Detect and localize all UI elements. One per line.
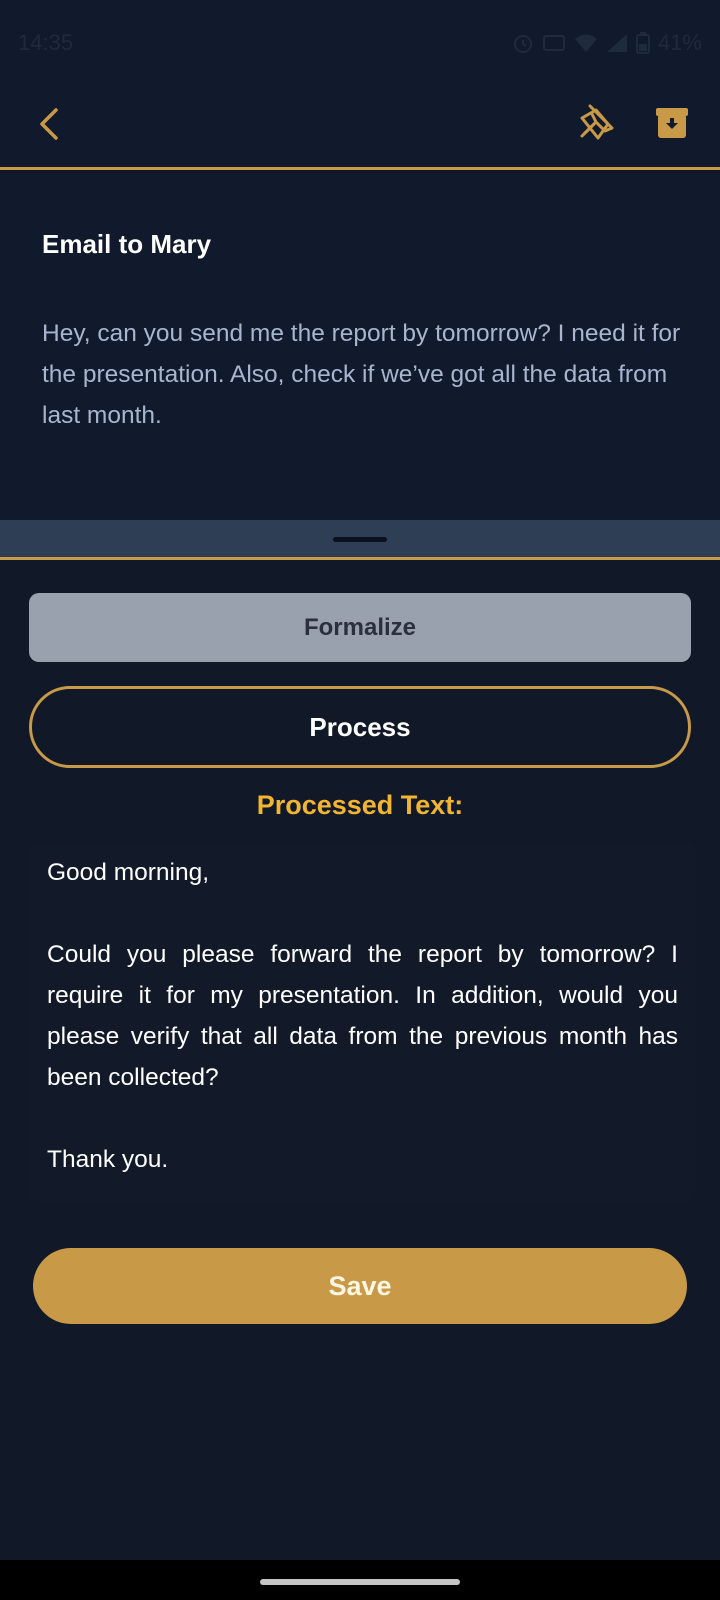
home-indicator[interactable] [260, 1579, 460, 1585]
status-time: 14:35 [18, 30, 74, 55]
battery-percent: 41% [657, 30, 702, 55]
processed-text-label: Processed Text: [256, 790, 464, 820]
save-button[interactable]: Save [33, 1248, 687, 1324]
signal-icon [606, 33, 628, 53]
note-title[interactable]: Email to Mary [42, 229, 211, 260]
volte-icon [542, 32, 566, 54]
pin-button[interactable] [574, 100, 618, 144]
process-panel: Formalize Process Processed Text: Good m… [0, 560, 720, 1560]
processed-paragraph: Thank you. [47, 1146, 169, 1173]
archive-button[interactable] [652, 102, 692, 142]
note-body[interactable]: Hey, can you send me the report by tomor… [42, 313, 682, 436]
wifi-icon [574, 33, 598, 53]
navigation-bar [0, 1560, 720, 1600]
drag-handle[interactable] [333, 537, 387, 542]
panel-drag-bar[interactable] [0, 520, 720, 560]
screen: 14:35 41% Email to Mary Hey, can you sen… [0, 0, 720, 1600]
back-button[interactable] [30, 102, 70, 146]
archive-icon [656, 108, 688, 138]
original-note: Email to Mary Hey, can you send me the r… [0, 173, 720, 520]
status-bar: 14:35 41% [0, 0, 720, 86]
status-icons: 41% [512, 30, 702, 56]
processed-paragraph: Could you please forward the report by t… [47, 941, 678, 1091]
processed-paragraph: Good morning, [47, 859, 210, 886]
battery-icon [635, 32, 650, 54]
alarm-icon [512, 32, 534, 54]
process-button[interactable]: Process [29, 686, 691, 768]
tone-selector[interactable]: Formalize [29, 593, 691, 662]
processed-text-box[interactable]: Good morning, Could you please forward t… [29, 842, 695, 1202]
pin-icon [580, 104, 614, 140]
back-arrow-icon [40, 108, 58, 140]
app-bar [0, 86, 720, 170]
